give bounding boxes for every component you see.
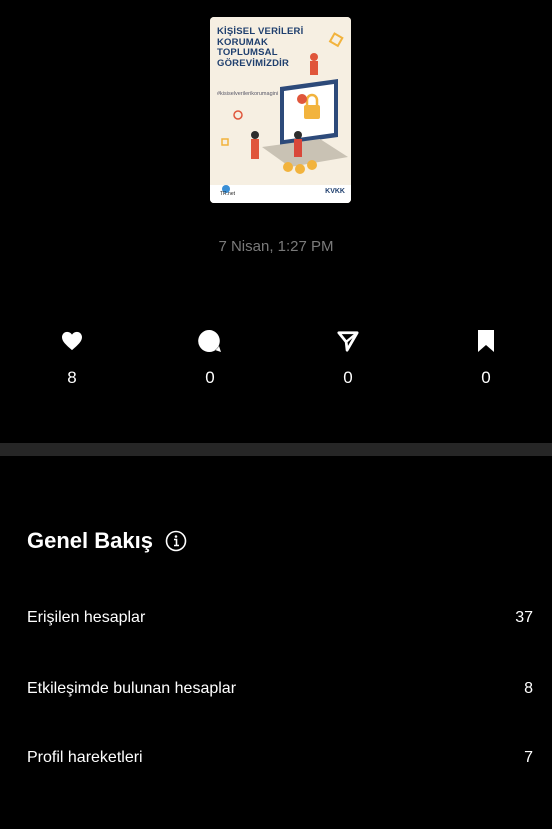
overview-row-value: 8 — [524, 680, 533, 697]
post-stats: 8 0 0 0 — [0, 328, 552, 398]
saves-count: 0 — [481, 368, 491, 387]
overview-row-value: 37 — [515, 609, 533, 626]
overview-row-label: Erişilen hesaplar — [27, 609, 146, 626]
overview-row-reached-accounts[interactable]: Erişilen hesaplar 37 — [27, 598, 533, 638]
overview-row-engaged-accounts[interactable]: Etkileşimde bulunan hesaplar 8 — [27, 669, 533, 709]
overview-title: Genel Bakış — [27, 528, 153, 553]
thumbnail-footer-right: KVKK — [325, 188, 345, 195]
overview-row-label: Profil hareketleri — [27, 749, 143, 766]
post-timestamp: 7 Nisan, 1:27 PM — [218, 238, 334, 255]
section-divider — [0, 443, 552, 456]
overview-header: Genel Bakış — [27, 528, 187, 554]
thumbnail-title: KİŞİSEL VERİLERİ KORUMAK TOPLUMSAL GÖREV… — [217, 26, 304, 69]
bookmark-icon — [456, 328, 516, 354]
shares-stat[interactable]: 0 — [318, 328, 378, 388]
shares-count: 0 — [343, 368, 353, 387]
overview-row-value: 7 — [524, 749, 533, 766]
overview-row-profile-activity[interactable]: Profil hareketleri 7 — [27, 738, 533, 778]
likes-stat[interactable]: 8 — [42, 328, 102, 388]
saves-stat[interactable]: 0 — [456, 328, 516, 388]
likes-count: 8 — [67, 368, 77, 387]
overview-row-label: Etkileşimde bulunan hesaplar — [27, 680, 237, 697]
comments-count: 0 — [205, 368, 215, 387]
thumbnail-footer-left: TR.net — [220, 191, 236, 197]
heart-icon — [42, 328, 102, 354]
comments-stat[interactable]: 0 — [180, 328, 240, 388]
thumbnail-hashtag: #kisiselverilerikorumagini — [217, 91, 279, 97]
info-icon[interactable] — [165, 530, 187, 552]
comment-icon — [180, 328, 240, 354]
post-thumbnail[interactable]: KİŞİSEL VERİLERİ KORUMAK TOPLUMSAL GÖREV… — [210, 17, 351, 203]
send-icon — [318, 328, 378, 354]
